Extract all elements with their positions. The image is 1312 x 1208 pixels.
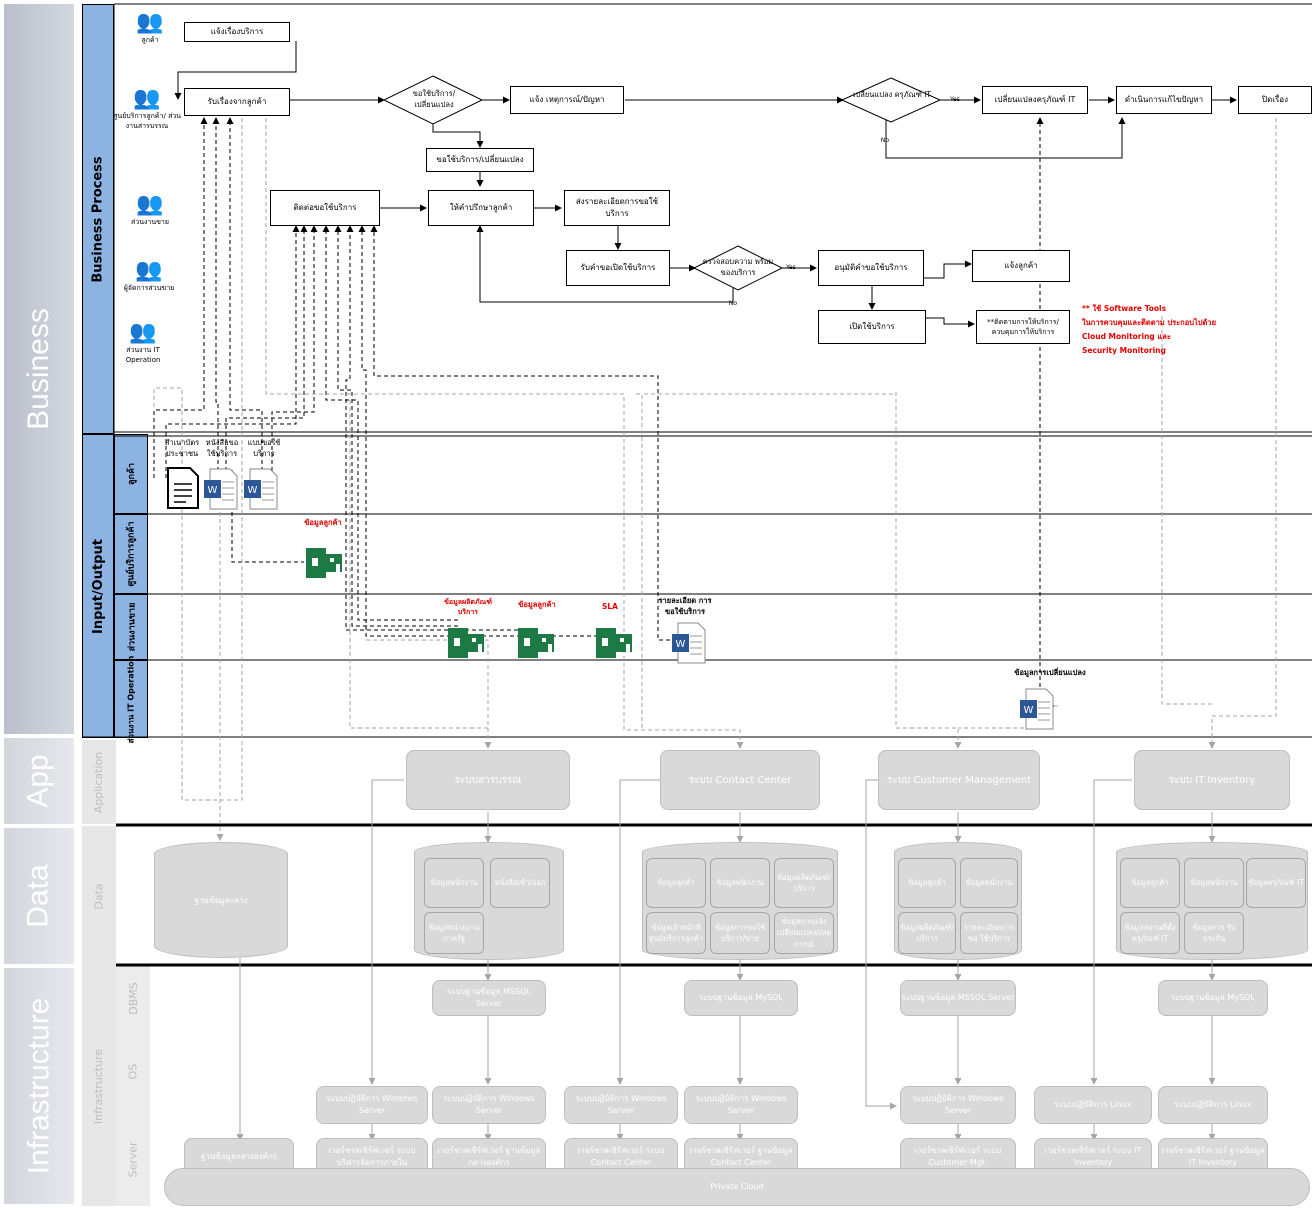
db-cell: ข้อมูลหน่วยงาน ภาครัฐ [424, 912, 484, 954]
db-cell: ข้อมูลเจ้าหน้าที่ ศูนย์บริการลูกค้า [646, 912, 706, 954]
db-cell: ข้อมูลผลิตภัณฑ์/ บริการ [774, 858, 834, 908]
actor-service-center: 👥 ศูนย์บริการลูกค้า/ ส่วนงานสารบรรณ [112, 86, 182, 130]
db-cell: รายละเอียดการขอ ใช้บริการ [960, 912, 1018, 954]
word-doc-icon: W [1020, 688, 1054, 730]
step-send-detail: ส่งรายละเอียดการขอใช้บริการ [564, 190, 670, 226]
database-table-icon [448, 628, 484, 658]
db-central: ฐานข้อมูลกลาง [154, 842, 288, 958]
dbms-customer: ระบบฐานข้อมูล MSSQL Server [900, 980, 1016, 1016]
os-windows-4: ระบบปฏิบัติการ Windows Server [684, 1086, 798, 1124]
db-cell: ข้อมูลพนักงาน [1184, 858, 1244, 908]
step-change-equipment: เปลี่ยนแปลงครุภัณฑ์ IT [982, 86, 1088, 114]
dbms-saraban: ระบบฐานข้อมูล MSSQL Server [432, 980, 546, 1016]
doc-request-letter-label: หนังสือขอ ใช้บริการ [205, 438, 239, 458]
db-cell: ข้อมูลสถานที่ตั้ง ครุภัณฑ์ IT [1120, 912, 1180, 954]
step-report-incident: แจ้ง เหตุการณ์/ปัญหา [510, 86, 624, 114]
database-table-icon [518, 628, 554, 658]
db-cell: หนังสือเข้า/ออก [490, 858, 550, 908]
io-change-data-label: ข้อมูลการเปลี่ยนแปลง [1014, 668, 1086, 677]
db-cell: ข้อมูลพนักงาน [424, 858, 484, 908]
os-windows-2: ระบบปฏิบัติการ Windows Server [432, 1086, 546, 1124]
db-cell: ข้อมูลการขอใช้ บริการ/ขาย [710, 912, 770, 954]
step-request-change: ขอใช้บริการ/เปลี่ยนแปลง [426, 148, 534, 172]
doc-form-label: แบบขอใช้ บริการ [247, 438, 281, 458]
actor-it-operation: 👥 ส่วนงาน IT Operation [116, 320, 170, 366]
io-customer-data-label-2: ข้อมูลลูกค้า [518, 600, 556, 609]
io-sla-label: SLA [602, 602, 618, 611]
io-request-detail-label: รายละเอียด การขอใช้บริการ [658, 596, 712, 616]
no-label-1: No [880, 137, 890, 144]
yes-label-2: Yes [786, 264, 796, 271]
word-doc-icon: W [244, 468, 278, 510]
people-icon: 👥 [136, 192, 164, 217]
step-receive-open: รับคำขอเปิดใช้บริการ [566, 250, 670, 286]
os-windows-1: ระบบปฏิบัติการ Windows Server [316, 1086, 428, 1124]
no-label-2: No [728, 300, 738, 307]
step-open-service: เปิดใช้บริการ [818, 310, 926, 344]
app-customer-management: ระบบ Customer Management [878, 750, 1040, 810]
doc-id-card-label: สำเนาบัตร ประชาชน [164, 438, 200, 458]
db-cell: ข้อมูลลูกค้า [646, 858, 706, 908]
os-windows-3: ระบบปฏิบัติการ Windows Server [564, 1086, 678, 1124]
db-cell: ข้อมูลการแจ้ง เปลี่ยนแปลง/เหตุ การณ์ [774, 912, 834, 954]
word-doc-icon: W [672, 622, 706, 664]
actor-customer: 👥 ลูกค้า [118, 10, 182, 46]
svg-text:W: W [208, 485, 218, 496]
monitoring-note: ** ใช้ Software Tools ในการควบคุมและติดต… [1082, 304, 1216, 355]
document-icon [167, 467, 199, 509]
database-table-icon [306, 548, 342, 578]
step-close: ปิดเรื่อง [1238, 86, 1312, 114]
db-cell: ข้อมูลผลิตภัณฑ์/ บริการ [898, 912, 956, 954]
db-cell: ข้อมูลลูกค้า [1120, 858, 1180, 908]
step-contact: ติดต่อขอใช้บริการ [270, 190, 380, 226]
app-contact-center: ระบบ Contact Center [660, 750, 820, 810]
svg-text:W: W [248, 485, 258, 496]
step-receive: รับเรื่องจากลูกค้า [184, 88, 290, 116]
step-monitor: **ติดตามการให้บริการ/ ควบคุมการให้บริการ [976, 310, 1070, 344]
app-saraban: ระบบสารบรรณ [406, 750, 570, 810]
people-icon: 👥 [129, 320, 157, 345]
db-cell: ข้อมูลการ รับประกัน [1184, 912, 1244, 954]
db-cell: ข้อมูลลูกค้า [898, 858, 956, 908]
dbms-inventory: ระบบฐานข้อมูล MySQL [1158, 980, 1268, 1016]
svg-text:W: W [1024, 705, 1034, 716]
step-advise: ให้คำปรึกษาลูกค้า [428, 190, 534, 226]
step-notify-customer: แจ้งลูกค้า [972, 250, 1070, 282]
database-table-icon [596, 628, 632, 658]
db-cell: ข้อมูลพนักงาน [960, 858, 1018, 908]
step-approve: อนุมัติคำขอใช้บริการ [818, 250, 924, 286]
people-icon: 👥 [136, 10, 164, 35]
step-solve: ดำเนินการแก้ไขปัญหา [1116, 86, 1212, 114]
io-customer-data-label-1: ข้อมูลลูกค้า [304, 518, 342, 527]
db-cell: ข้อมูลครุภัณฑ์ IT [1246, 858, 1306, 908]
os-windows-5: ระบบปฏิบัติการ Windows Server [900, 1086, 1016, 1124]
dbms-contact: ระบบฐานข้อมูล MySQL [684, 980, 798, 1016]
yes-label-1: Yes [950, 96, 960, 103]
decision-change-label: เปลี่ยนแปลง ครุภัณฑ์ IT [852, 90, 932, 99]
word-doc-icon: W [204, 468, 238, 510]
os-linux-1: ระบบปฏิบัติการ Linux [1034, 1086, 1152, 1124]
decision-request-label: ขอใช้บริการ/ เปลี่ยนแปลง [412, 89, 456, 109]
step-notify: แจ้งเรื่องบริการ [184, 22, 290, 42]
svg-text:W: W [676, 639, 686, 650]
os-linux-2: ระบบปฏิบัติการ Linux [1158, 1086, 1268, 1124]
people-icon: 👥 [135, 258, 163, 283]
people-icon: 👥 [133, 86, 161, 111]
actor-sales-manager: 👥 ผู้จัดการส่วนขาย [116, 258, 182, 294]
db-cell: ข้อมูลพนักงาน [710, 858, 770, 908]
private-cloud: Private Cloud [164, 1168, 1310, 1206]
actor-sales: 👥 ส่วนงานขาย [118, 192, 182, 228]
io-product-data-label: ข้อมูลผลิตภัณฑ์ บริการ [444, 598, 492, 616]
app-it-inventory: ระบบ IT Inventory [1134, 750, 1290, 810]
decision-ready-label: ตรวจสอบความ พร้อมของบริการ [702, 257, 774, 277]
